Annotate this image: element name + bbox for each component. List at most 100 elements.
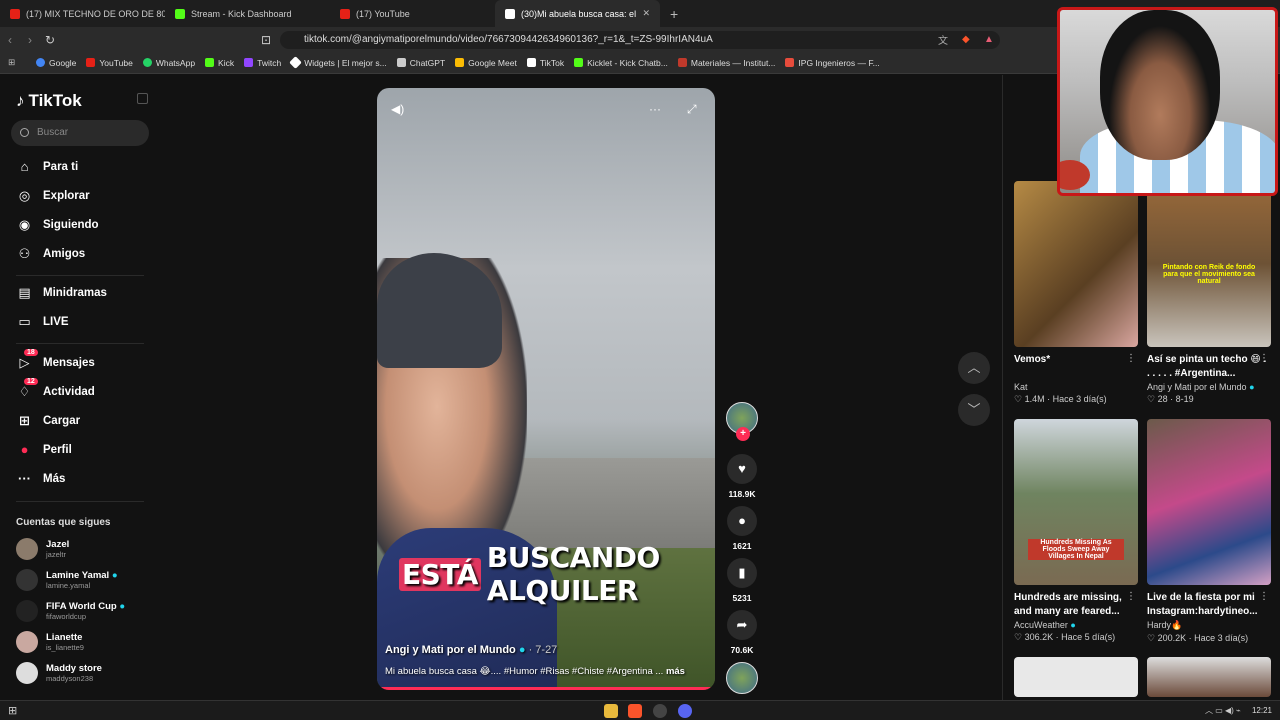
- discord-icon[interactable]: [678, 704, 692, 718]
- video-thumbnail[interactable]: [1014, 657, 1138, 697]
- bookmark-materiales[interactable]: Materiales — Institut...: [677, 58, 775, 68]
- more-link[interactable]: más: [666, 666, 685, 677]
- bookmark-chatgpt[interactable]: ChatGPT: [396, 58, 445, 68]
- recommendation-card[interactable]: Hundreds Missing As Floods Sweep Away Vi…: [1014, 419, 1138, 643]
- nav-para-ti[interactable]: ⌂ Para ti: [16, 159, 79, 174]
- following-account[interactable]: FIFA World Cup ● fifaworldcup: [16, 600, 125, 622]
- avatar: [16, 600, 38, 622]
- whatsapp-icon: [142, 58, 152, 67]
- comment-button[interactable]: ● 1621: [724, 506, 760, 551]
- back-icon[interactable]: ‹: [0, 33, 20, 47]
- heart-icon: ♥: [727, 454, 757, 484]
- more-options-icon[interactable]: ⋮: [1259, 591, 1269, 602]
- meet-icon: [455, 58, 465, 67]
- new-tab-button[interactable]: +: [660, 6, 678, 22]
- volume-icon[interactable]: ◀): [391, 102, 405, 116]
- following-account[interactable]: Lianette is_lianette9: [16, 631, 84, 653]
- collapse-sidebar-icon[interactable]: [137, 93, 148, 104]
- following-account[interactable]: Jazel jazeltr: [16, 538, 69, 560]
- windows-start-icon[interactable]: ⊞: [8, 704, 17, 717]
- bookmark-widgets[interactable]: Widgets | El mejor s...: [289, 56, 387, 69]
- nav-actividad[interactable]: ♢ 12 Actividad: [16, 378, 95, 400]
- url-bar[interactable]: tiktok.com/@angiymatiporelmundo/video/76…: [280, 31, 1000, 49]
- video-author[interactable]: Angi y Mati por el Mundo ● · 7-27: [385, 644, 557, 656]
- apps-icon[interactable]: ⊞: [8, 57, 15, 68]
- nav-mensajes[interactable]: ▷ 18 Mensajes: [16, 349, 95, 371]
- bell-icon: ♢ 12: [16, 378, 38, 400]
- search-input[interactable]: Buscar: [11, 120, 149, 146]
- bookmark-kick[interactable]: Kick: [205, 58, 234, 68]
- bookmark-google[interactable]: Google: [36, 58, 76, 68]
- recommendation-card[interactable]: Live de la fiesta por mi Instagram:hardy…: [1147, 419, 1271, 644]
- nav-mas[interactable]: ··· Más: [16, 471, 65, 486]
- more-options-icon[interactable]: ⋮: [1126, 353, 1136, 364]
- browser-tab-active[interactable]: (30)Mi abuela busca casa: el ✕: [495, 0, 660, 27]
- avatar: [16, 569, 38, 591]
- recommendation-card[interactable]: Pintando con Reik de fondo para que el m…: [1147, 181, 1271, 405]
- upload-icon: ⊞: [19, 413, 30, 428]
- following-account[interactable]: Maddy store maddyson238: [16, 662, 102, 684]
- share-button[interactable]: ➦ 70.6K: [724, 610, 760, 655]
- fullscreen-icon[interactable]: ⤢: [687, 102, 701, 116]
- bookmark-google-meet[interactable]: Google Meet: [455, 58, 517, 68]
- follow-plus-icon[interactable]: +: [736, 427, 750, 441]
- widgets-icon: [289, 56, 303, 69]
- video-thumbnail[interactable]: [1147, 657, 1271, 697]
- system-tray-icons[interactable]: ︿ ▭ ◀) ⌁: [1205, 705, 1241, 716]
- more-options-icon[interactable]: ⋮: [1259, 353, 1269, 364]
- avatar: +: [726, 402, 758, 441]
- nav-minidramas[interactable]: ▤ Minidramas: [16, 285, 107, 301]
- recommendation-card[interactable]: Vemos* Kat ♡ 1.4M · Hace 3 día(s) ⋮: [1014, 181, 1138, 405]
- bookmark-tiktok[interactable]: TikTok: [526, 58, 564, 68]
- nav-live[interactable]: ▭ LIVE: [16, 314, 68, 330]
- nav-explorar[interactable]: ◎ Explorar: [16, 188, 90, 204]
- taskbar-clock[interactable]: 12:21: [1252, 706, 1272, 715]
- creator-avatar-button[interactable]: +: [724, 402, 760, 441]
- save-button[interactable]: ▮ 5231: [724, 558, 760, 603]
- forward-icon[interactable]: ›: [20, 33, 40, 47]
- previous-video-button[interactable]: ︿: [958, 352, 990, 384]
- more-options-icon[interactable]: ···: [649, 102, 663, 116]
- browser-tab-2[interactable]: Stream - Kick Dashboard: [165, 0, 330, 27]
- verified-icon: ●: [1249, 382, 1255, 392]
- webcam-person: [1100, 10, 1220, 160]
- brave-browser-icon[interactable]: [628, 704, 642, 718]
- bookmark-whatsapp[interactable]: WhatsApp: [142, 58, 195, 68]
- music-disc-button[interactable]: [724, 662, 760, 694]
- brave-rewards-icon[interactable]: ▲: [984, 34, 994, 45]
- chatgpt-icon: [396, 58, 406, 67]
- avatar: [16, 631, 38, 653]
- nav-perfil[interactable]: ● Perfil: [16, 442, 72, 457]
- verified-icon: ●: [119, 601, 126, 612]
- obs-icon[interactable]: [653, 704, 667, 718]
- translate-icon[interactable]: 文: [938, 32, 948, 47]
- bookmark-page-icon[interactable]: ⊡: [256, 33, 276, 47]
- reload-icon[interactable]: ↻: [40, 33, 60, 47]
- bookmark-youtube[interactable]: YouTube: [86, 58, 133, 68]
- nav-siguiendo[interactable]: ◉ Siguiendo: [16, 217, 99, 233]
- nav-cargar[interactable]: ⊞ Cargar: [16, 413, 80, 429]
- more-icon: ···: [18, 471, 31, 486]
- file-explorer-icon[interactable]: [604, 704, 618, 718]
- video-player[interactable]: ◀) ··· ⤢ ESTÁ BUSCANDO ALQUILER Angi y Ma…: [377, 88, 715, 690]
- nav-amigos[interactable]: ⚇ Amigos: [16, 246, 86, 262]
- browser-tab-3[interactable]: (17) YouTube: [330, 0, 495, 27]
- bookmark-kicklet[interactable]: Kicklet - Kick Chatb...: [574, 58, 668, 68]
- tiktok-logo[interactable]: ♪ TikTok: [16, 91, 82, 111]
- bookmark-twitch[interactable]: Twitch: [244, 58, 281, 68]
- following-account[interactable]: Lamine Yamal ● lamine.yamal: [16, 569, 118, 591]
- tiktok-icon: [505, 8, 515, 19]
- close-tab-icon[interactable]: ✕: [642, 8, 650, 19]
- more-options-icon[interactable]: ⋮: [1126, 591, 1136, 602]
- kick-icon: [205, 58, 215, 67]
- bookmark-ipg[interactable]: IPG Ingenieros — F...: [785, 58, 880, 68]
- video-caption: ESTÁ BUSCANDO ALQUILER: [399, 541, 715, 607]
- like-button[interactable]: ♥ 118.9K: [724, 454, 760, 499]
- next-video-button[interactable]: ﹀: [958, 394, 990, 426]
- heart-outline-icon: ♡: [1147, 633, 1156, 643]
- browser-tab-1[interactable]: (17) MIX TECHNO DE ORO DE 80's &: [0, 0, 165, 27]
- message-badge: 18: [24, 349, 38, 356]
- brave-shield-icon[interactable]: ◆: [962, 34, 970, 45]
- video-progress[interactable]: [377, 687, 715, 690]
- nav-divider: [16, 343, 144, 344]
